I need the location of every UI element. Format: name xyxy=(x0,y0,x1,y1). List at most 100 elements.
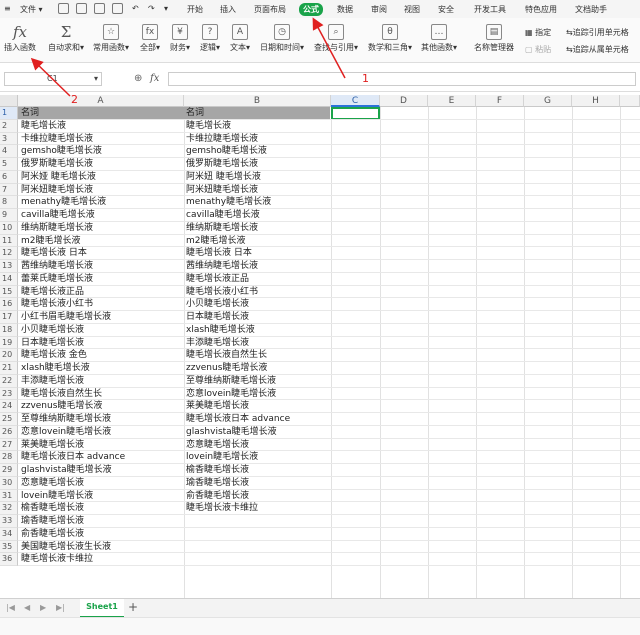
row-header[interactable]: 15 xyxy=(0,285,18,299)
row-header[interactable]: 12 xyxy=(0,247,18,260)
tab-security[interactable]: 安全 xyxy=(434,3,458,16)
row-header[interactable]: 10 xyxy=(0,221,18,235)
cell-b[interactable]: 瑜香睫毛增长液 xyxy=(186,477,249,489)
cell-a[interactable]: 丰添睫毛增长液 xyxy=(21,375,84,387)
cell-a[interactable]: lovein睫毛增长液 xyxy=(21,490,93,502)
last-sheet-icon[interactable]: ▶| xyxy=(56,603,65,612)
col-header-h[interactable]: H xyxy=(572,95,620,107)
next-sheet-icon[interactable]: ▶ xyxy=(40,603,46,612)
redo-icon[interactable]: ↷ xyxy=(148,4,155,13)
row-header[interactable]: 18 xyxy=(0,323,18,337)
tab-page-layout[interactable]: 页面布局 xyxy=(250,3,290,16)
row-header[interactable]: 31 xyxy=(0,489,18,503)
row-header[interactable]: 14 xyxy=(0,272,18,286)
cell-a[interactable]: menathy睫毛增长液 xyxy=(21,196,106,208)
cell-a[interactable]: 俄罗斯睫毛增长液 xyxy=(21,158,93,170)
row-header[interactable]: 4 xyxy=(0,145,18,158)
tab-data[interactable]: 数据 xyxy=(333,3,357,16)
cell-b[interactable]: 睫毛增长液小红书 xyxy=(186,286,258,298)
row-header[interactable]: 6 xyxy=(0,170,18,184)
datetime-button[interactable]: ◷ 日期和时间▾ xyxy=(260,24,304,53)
row-header[interactable]: 29 xyxy=(0,464,18,477)
designate-button[interactable]: ▦ 指定 xyxy=(525,27,551,38)
cell-a[interactable]: 睫毛增长液日本 advance xyxy=(21,451,125,463)
row-header[interactable]: 33 xyxy=(0,515,18,528)
cell-b[interactable]: 睫毛增长液 xyxy=(186,120,231,132)
tab-review[interactable]: 审阅 xyxy=(367,3,391,16)
cell-b[interactable]: 日本睫毛增长液 xyxy=(186,311,249,323)
col-header-a[interactable]: A xyxy=(18,95,184,107)
cell-a[interactable]: 日本睫毛增长液 xyxy=(21,337,84,349)
tab-insert[interactable]: 插入 xyxy=(216,3,240,16)
cell-a[interactable]: 莱美睫毛增长液 xyxy=(21,439,84,451)
cell-a[interactable]: 小贝睫毛增长液 xyxy=(21,324,84,336)
save-icon[interactable] xyxy=(76,3,87,14)
insert-function-button[interactable]: fx 插入函数 xyxy=(4,24,36,53)
cell-a[interactable]: 名词 xyxy=(21,107,39,119)
row-header[interactable]: 9 xyxy=(0,209,18,222)
cell-a[interactable]: 阿米妞睫毛增长液 xyxy=(21,184,93,196)
cell-a[interactable]: zzvenus睫毛增长液 xyxy=(21,400,102,412)
finance-button[interactable]: ¥ 财务▾ xyxy=(170,24,190,53)
row-header[interactable]: 25 xyxy=(0,413,18,426)
cell-b[interactable]: menathy睫毛增长液 xyxy=(186,196,271,208)
select-all-corner[interactable] xyxy=(0,95,18,107)
row-header[interactable]: 5 xyxy=(0,158,18,171)
row-header[interactable]: 19 xyxy=(0,336,18,350)
cell-b[interactable]: glashvista睫毛增长液 xyxy=(186,426,277,438)
logic-button[interactable]: ? 逻辑▾ xyxy=(200,24,220,53)
tab-developer[interactable]: 开发工具 xyxy=(470,3,510,16)
fx-button[interactable]: fx xyxy=(150,73,159,84)
cell-a[interactable]: 茜维纳睫毛增长液 xyxy=(21,260,93,272)
cell-a[interactable]: 小红书眉毛睫毛增长液 xyxy=(21,311,111,323)
cell-a[interactable]: 俞香睫毛增长液 xyxy=(21,528,84,540)
cell-a[interactable]: 恋意睫毛增长液 xyxy=(21,477,84,489)
cell-a[interactable]: 瑜香睫毛增长液 xyxy=(21,515,84,527)
cell-b[interactable]: 阿米妞 睫毛增长液 xyxy=(186,171,261,183)
row-header[interactable]: 1 xyxy=(0,107,18,120)
cell-b[interactable]: zzvenus睫毛增长液 xyxy=(186,362,267,374)
formula-input[interactable] xyxy=(168,72,636,86)
common-functions-button[interactable]: ☆ 常用函数▾ xyxy=(93,24,129,53)
row-header[interactable]: 8 xyxy=(0,196,18,209)
row-header[interactable]: 20 xyxy=(0,349,18,362)
sheet-tab-sheet1[interactable]: Sheet1 xyxy=(80,599,124,618)
cell-a[interactable]: 睫毛增长液自然生长 xyxy=(21,388,102,400)
cell-a[interactable]: cavilla睫毛增长液 xyxy=(21,209,95,221)
cell-a[interactable]: 蕾莱氏睫毛增长液 xyxy=(21,273,93,285)
cell-b[interactable]: 维纳斯睫毛增长液 xyxy=(186,222,258,234)
cell-b[interactable]: cavilla睫毛增长液 xyxy=(186,209,260,221)
row-header[interactable]: 22 xyxy=(0,374,18,388)
print-icon[interactable] xyxy=(94,3,105,14)
row-header[interactable]: 2 xyxy=(0,119,18,133)
cell-b[interactable]: 名词 xyxy=(186,107,204,119)
cell-b[interactable]: 莱美睫毛增长液 xyxy=(186,400,249,412)
cell-a[interactable]: m2睫毛增长液 xyxy=(21,235,81,247)
cell-a[interactable]: 维纳斯睫毛增长液 xyxy=(21,222,93,234)
cell-a[interactable]: 睫毛增长液正品 xyxy=(21,286,84,298)
cell-b[interactable]: 睫毛增长液卡维拉 xyxy=(186,502,258,514)
cell-b[interactable]: xlash睫毛增长液 xyxy=(186,324,255,336)
cell-b[interactable]: 睫毛增长液自然生长 xyxy=(186,349,267,361)
cell-a[interactable]: 睫毛增长液卡维拉 xyxy=(21,553,93,565)
row-header[interactable]: 3 xyxy=(0,132,18,146)
cell-b[interactable]: 卡维拉睫毛增长液 xyxy=(186,133,258,145)
cell-a[interactable]: 至尊维纳斯睫毛增长液 xyxy=(21,413,111,425)
cell-a[interactable]: 恋意lovein睫毛增长液 xyxy=(21,426,111,438)
cell-a[interactable]: 睫毛增长液 日本 xyxy=(21,247,87,259)
row-header[interactable]: 21 xyxy=(0,362,18,375)
other-functions-button[interactable]: … 其他函数▾ xyxy=(421,24,457,53)
lookup-button[interactable]: ⌕ 查找与引用▾ xyxy=(314,24,358,53)
cell-b[interactable]: 小贝睫毛增长液 xyxy=(186,298,249,310)
row-header[interactable]: 27 xyxy=(0,438,18,452)
text-button[interactable]: A 文本▾ xyxy=(230,24,250,53)
menu-icon[interactable]: ≡ xyxy=(4,4,11,13)
cell-b[interactable]: lovein睫毛增长液 xyxy=(186,451,258,463)
cell-b[interactable]: 恋意lovein睫毛增长液 xyxy=(186,388,276,400)
col-header-g[interactable]: G xyxy=(524,95,572,107)
cell-b[interactable]: 恋意睫毛增长液 xyxy=(186,439,249,451)
cell-b[interactable]: 俞香睫毛增长液 xyxy=(186,490,249,502)
row-header[interactable]: 36 xyxy=(0,553,18,566)
name-manager-button[interactable]: ▤ 名称管理器 xyxy=(474,24,514,53)
spreadsheet-grid[interactable]: A B C D E F G H 1 2 3 4 5 6 7 8 9 10 11 12 13 14 15 16 1… xyxy=(0,95,640,598)
